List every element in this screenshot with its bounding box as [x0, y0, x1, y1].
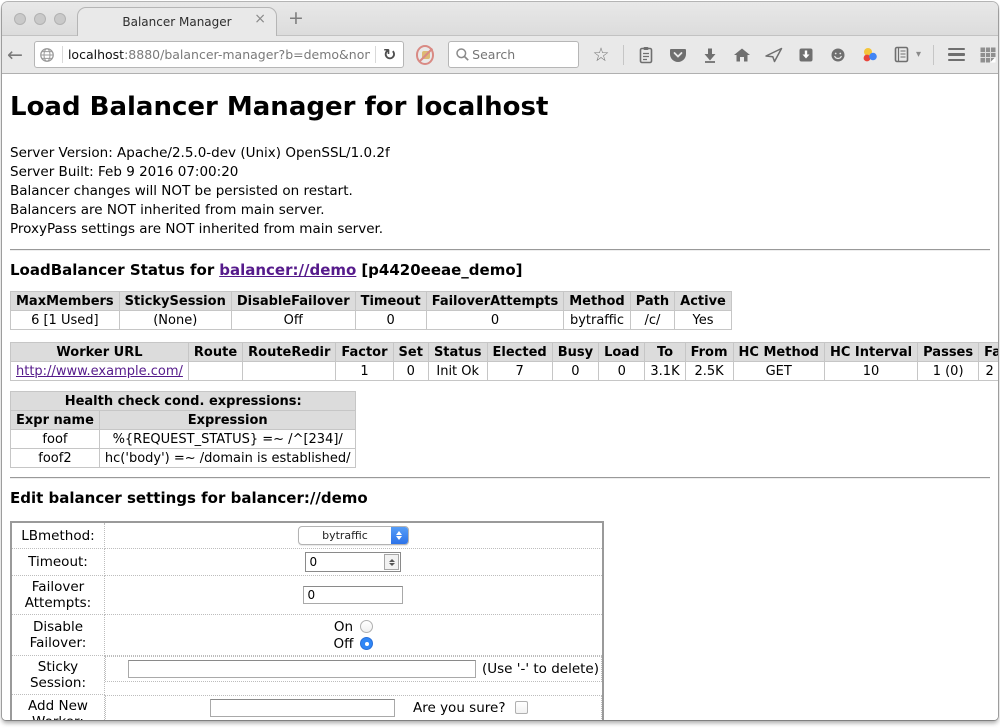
home-icon[interactable]	[732, 45, 752, 65]
health-title-row: Health check cond. expressions:	[11, 392, 356, 411]
health-check-table: Health check cond. expressions: Expr nam…	[10, 391, 356, 468]
urlbar-divider	[62, 46, 63, 63]
worker-url-link[interactable]: http://www.example.com/	[16, 364, 183, 379]
colored-dots-addon-icon[interactable]	[860, 45, 880, 65]
sticky-session-label: Sticky Session:	[11, 656, 104, 695]
pocket-icon[interactable]	[668, 45, 688, 65]
failover-attempts-row: Failover Attempts:	[11, 576, 603, 615]
radio-on-label: On	[334, 619, 353, 635]
health-header-row: Expr name Expression	[11, 411, 356, 430]
menu-icon[interactable]	[946, 45, 966, 65]
sticky-session-row: Sticky Session: (Use '-' to delete)	[11, 656, 603, 695]
new-tab-button[interactable]: +	[288, 9, 304, 28]
urlbar-divider2	[375, 46, 376, 63]
toolbar-icons: ☆	[591, 45, 998, 65]
bookmark-star-icon[interactable]: ☆	[591, 45, 611, 65]
window-controls[interactable]	[14, 13, 66, 25]
balancer-status-table: MaxMembers StickySession DisableFailover…	[10, 291, 732, 330]
proxypass-note-line: ProxyPass settings are NOT inherited fro…	[10, 220, 990, 239]
table-header-row: Worker URL Route RouteRedir Factor Set S…	[11, 343, 999, 362]
browser-window: Balancer Manager × + ← localhost:8880/ba…	[2, 2, 998, 720]
clipboard-icon[interactable]	[636, 45, 656, 65]
back-button[interactable]: ←	[2, 44, 28, 66]
reload-icon[interactable]: ↻	[381, 45, 399, 64]
tab-strip: Balancer Manager × +	[2, 2, 998, 36]
url-path: :8880/balancer-manager?b=demo&nonce=decc…	[124, 47, 370, 62]
save-to-device-icon[interactable]	[796, 45, 816, 65]
url-bar[interactable]: localhost:8880/balancer-manager?b=demo&n…	[34, 41, 404, 68]
failover-off-radio[interactable]	[360, 637, 373, 650]
page-content: Load Balancer Manager for localhost Serv…	[2, 76, 998, 720]
send-icon[interactable]	[764, 45, 784, 65]
persist-note-line: Balancer changes will NOT be persisted o…	[10, 182, 990, 201]
failover-on-radio[interactable]	[360, 620, 373, 633]
disable-failover-label: Disable Failover:	[11, 615, 104, 656]
search-icon	[455, 47, 470, 62]
tab-title: Balancer Manager	[122, 15, 231, 29]
worker-row: http://www.example.com/ 1 0 Init Ok 7 0 …	[11, 362, 999, 381]
notebook-addon-icon[interactable]	[892, 45, 912, 65]
failover-attempts-input[interactable]	[303, 586, 403, 604]
balancer-demo-link[interactable]: balancer://demo	[219, 261, 356, 279]
add-worker-label: Add New Worker:	[11, 695, 104, 721]
failover-attempts-label: Failover Attempts:	[11, 576, 104, 615]
timeout-input-wrap	[305, 552, 401, 572]
grid-favicon-icon[interactable]	[978, 45, 998, 65]
chevron-down-icon[interactable]: ▾	[916, 49, 921, 60]
server-version-line: Server Version: Apache/2.5.0-dev (Unix) …	[10, 144, 990, 163]
navigation-toolbar: ← localhost:8880/balancer-manager?b=demo…	[2, 36, 998, 74]
select-stepper-icon	[391, 526, 408, 545]
zoom-window-button[interactable]	[54, 13, 66, 25]
worker-status-table: Worker URL Route RouteRedir Factor Set S…	[10, 342, 998, 381]
timeout-label: Timeout:	[11, 549, 104, 576]
server-built-line: Server Built: Feb 9 2016 07:00:20	[10, 163, 990, 182]
edit-settings-heading: Edit balancer settings for balancer://de…	[10, 489, 990, 507]
search-bar[interactable]	[448, 41, 579, 68]
timeout-row: Timeout:	[11, 549, 603, 576]
are-you-sure-checkbox[interactable]	[515, 701, 528, 714]
server-info: Server Version: Apache/2.5.0-dev (Unix) …	[10, 144, 990, 239]
page-title: Load Balancer Manager for localhost	[10, 92, 990, 122]
edit-balancer-form: LBmethod: bytraffic Timeout:	[10, 521, 604, 720]
url-host: localhost	[68, 47, 124, 62]
sticky-session-input[interactable]	[128, 660, 476, 678]
close-window-button[interactable]	[14, 13, 26, 25]
lbmethod-row: LBmethod: bytraffic	[11, 522, 603, 549]
add-worker-input[interactable]	[210, 699, 395, 717]
divider	[10, 477, 990, 479]
radio-off-label: Off	[334, 636, 354, 652]
url-text[interactable]: localhost:8880/balancer-manager?b=demo&n…	[68, 47, 370, 62]
disable-failover-row: Disable Failover: On Off	[11, 615, 603, 656]
table-header-row: MaxMembers StickySession DisableFailover…	[11, 292, 732, 311]
search-input[interactable]	[470, 46, 570, 63]
close-tab-icon[interactable]: ×	[254, 12, 266, 26]
chat-smiley-icon[interactable]	[828, 45, 848, 65]
are-you-sure-label: Are you sure?	[413, 700, 506, 716]
content-blocked-icon[interactable]	[416, 45, 435, 65]
tab-balancer-manager[interactable]: Balancer Manager ×	[77, 7, 277, 36]
add-worker-row: Add New Worker: Are you sure?	[11, 695, 603, 721]
health-row: foof %{REQUEST_STATUS} =~ /^[234]/	[11, 430, 356, 449]
globe-icon	[39, 47, 57, 63]
number-spinner-icon[interactable]	[384, 554, 399, 570]
minimize-window-button[interactable]	[34, 13, 46, 25]
sticky-session-note: (Use '-' to delete)	[482, 661, 599, 677]
timeout-input[interactable]	[306, 555, 384, 569]
downloads-icon[interactable]	[700, 45, 720, 65]
lbmethod-label: LBmethod:	[11, 522, 104, 549]
health-row: foof2 hc('body') =~ /domain is establish…	[11, 449, 356, 468]
status-heading: LoadBalancer Status forbalancer://demo[p…	[10, 261, 990, 279]
table-row: 6 [1 Used] (None) Off 0 0 bytraffic /c/ …	[11, 311, 732, 330]
divider	[10, 249, 990, 251]
lbmethod-select[interactable]: bytraffic	[298, 526, 409, 545]
inherit-note-line: Balancers are NOT inherited from main se…	[10, 201, 990, 220]
